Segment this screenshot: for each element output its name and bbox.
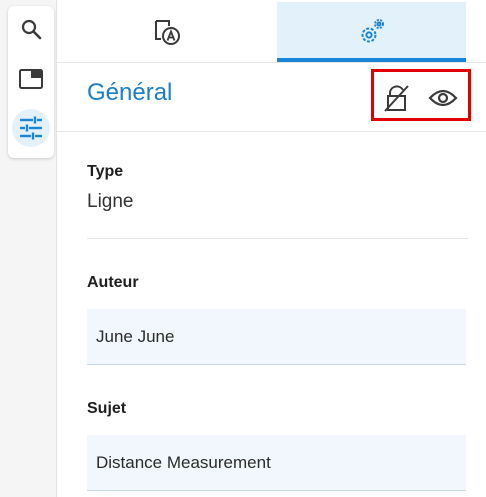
lock-off-icon	[383, 83, 411, 113]
properties-panel: Général Type Ligne Auteur June June Suje…	[56, 0, 486, 497]
tab-settings[interactable]	[277, 2, 466, 62]
properties-button[interactable]	[12, 109, 50, 147]
author-value: June June	[96, 327, 175, 346]
search-button[interactable]	[12, 10, 50, 48]
header-icons-highlight	[371, 69, 471, 121]
eye-icon	[428, 87, 458, 109]
visibility-toggle-button[interactable]	[428, 83, 458, 113]
panel-button[interactable]	[12, 60, 50, 98]
author-input[interactable]: June June	[87, 309, 466, 365]
author-label: Auteur	[87, 274, 139, 291]
unlock-toggle-button[interactable]	[382, 83, 412, 113]
divider	[87, 238, 468, 239]
section-title: Général	[87, 79, 173, 106]
subject-value: Distance Measurement	[96, 453, 271, 472]
tab-annotation[interactable]	[57, 2, 277, 62]
panel-icon	[18, 68, 44, 90]
type-label: Type	[87, 163, 124, 180]
subject-input[interactable]: Distance Measurement	[87, 435, 466, 491]
page-annotation-icon	[152, 17, 182, 47]
section-header: Général	[57, 63, 486, 132]
sliders-icon	[18, 115, 44, 141]
left-toolbar-rail	[0, 0, 56, 497]
search-icon	[19, 17, 43, 41]
gears-icon	[358, 17, 386, 47]
left-toolbar	[8, 6, 54, 158]
panel-tabs	[57, 0, 486, 63]
subject-label: Sujet	[87, 400, 127, 417]
type-value: Ligne	[87, 191, 134, 212]
